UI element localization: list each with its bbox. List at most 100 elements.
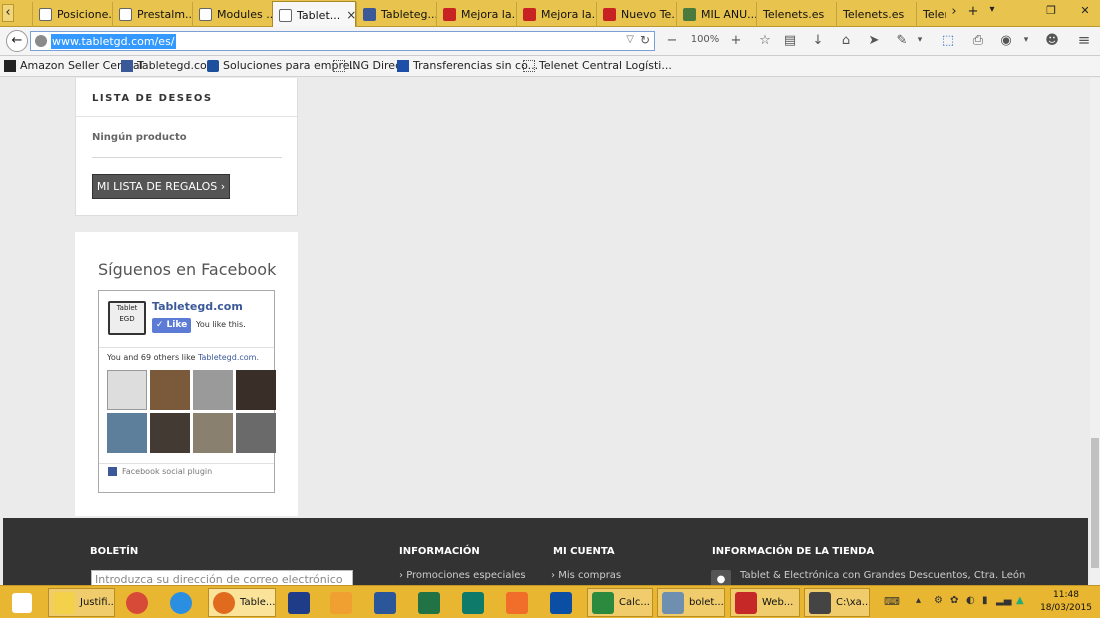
system-clock[interactable]: 11:48 18/03/2015: [1034, 589, 1098, 615]
dropdown-icon[interactable]: ▾: [914, 35, 926, 45]
facebook-block: Síguenos en Facebook Tablet EGD Tableteg…: [75, 232, 298, 516]
reading-list-icon[interactable]: ▤: [782, 33, 798, 48]
restore-window-button[interactable]: ❐: [1044, 4, 1058, 22]
taskbar-item-photoshop[interactable]: [284, 588, 320, 617]
tray-arrow-icon[interactable]: ▴: [916, 595, 921, 606]
taskbar-item-folder[interactable]: Justifi...: [48, 588, 115, 617]
chat-icon[interactable]: ☻: [1044, 33, 1060, 48]
url-text[interactable]: www.tabletgd.com/es/: [51, 34, 176, 49]
bookmark-transferencias[interactable]: Transferencias sin co...: [397, 59, 538, 72]
tab-telen[interactable]: Telen: [916, 2, 946, 27]
scrollbar-thumb[interactable]: [1091, 438, 1099, 568]
fan-avatar[interactable]: [193, 413, 233, 453]
fans-page-link[interactable]: Tabletegd.com.: [198, 353, 259, 362]
send-icon[interactable]: ➤: [866, 33, 882, 48]
tab-posicione[interactable]: Posicione...: [32, 2, 112, 27]
tray-app-icon[interactable]: ✿: [950, 595, 958, 606]
newsletter-email-input[interactable]: Introduzca su dirección de correo electr…: [91, 570, 353, 585]
taskbar-item-calc[interactable]: Calc...: [587, 588, 653, 617]
tab-telenets-2[interactable]: Telenets.es: [836, 2, 916, 27]
bank-icon: [397, 59, 409, 72]
fan-avatar[interactable]: [236, 370, 276, 410]
tab-telenets-1[interactable]: Telenets.es: [756, 2, 836, 27]
taskbar-item-bbva[interactable]: [546, 588, 582, 617]
taskbar-item-xampp[interactable]: [502, 588, 538, 617]
link-label: Promociones especiales: [406, 570, 526, 581]
tab-mil-anu[interactable]: MIL ANU...: [676, 2, 756, 27]
tab-mejora-1[interactable]: Mejora la...: [436, 2, 516, 27]
fan-avatar[interactable]: [236, 413, 276, 453]
logo-text: Tablet EGD: [116, 304, 138, 323]
page-icon: [39, 8, 52, 21]
facebook-page-link[interactable]: Tabletegd.com: [152, 300, 243, 313]
bookmark-tabletegd[interactable]: Tabletegd.com: [121, 59, 217, 72]
account-heading: MI CUENTA: [553, 546, 615, 557]
taskbar-item-ie[interactable]: [166, 588, 202, 617]
keyboard-icon[interactable]: ⌨: [884, 595, 900, 608]
taskbar-item-firefox[interactable]: Table...: [208, 588, 276, 617]
reload-icon[interactable]: ↻: [640, 33, 650, 47]
gift-list-button[interactable]: MI LISTA DE REGALOS ›: [92, 174, 230, 199]
taskbar-item-console[interactable]: C:\xa...: [804, 588, 870, 617]
back-button[interactable]: ←: [6, 30, 28, 52]
zoom-in-button[interactable]: +: [729, 33, 743, 48]
tab-close-button[interactable]: ×: [346, 8, 355, 22]
divider: [92, 157, 282, 158]
facebook-plugin-link[interactable]: Facebook social plugin: [108, 467, 212, 476]
fan-avatar[interactable]: [193, 370, 233, 410]
pencil-icon[interactable]: ✎: [894, 33, 910, 48]
home-icon[interactable]: ⌂: [838, 33, 854, 48]
dropdown-icon[interactable]: ▾: [1020, 35, 1032, 45]
console-icon: [809, 591, 831, 614]
promotions-link[interactable]: › Promociones especiales: [399, 570, 526, 581]
url-dropdown-icon[interactable]: ▽: [626, 34, 634, 45]
print-icon[interactable]: ⎙: [970, 33, 986, 48]
close-window-button[interactable]: ✕: [1078, 4, 1092, 22]
download-icon[interactable]: ↓: [810, 33, 826, 48]
page-logo[interactable]: Tablet EGD: [108, 301, 146, 335]
tab-tablet-active[interactable]: Tablet... ×: [272, 1, 356, 28]
taskbar-item-word[interactable]: [370, 588, 406, 617]
screenshot-icon[interactable]: ◉: [998, 33, 1014, 48]
bookmark-telenet[interactable]: Telenet Central Logísti...: [523, 59, 672, 72]
tab-tableteg-facebook[interactable]: Tableteg...: [356, 2, 436, 27]
wifi-icon[interactable]: ▂▄: [996, 595, 1011, 606]
taskbar-label: Calc...: [619, 597, 650, 608]
menu-icon[interactable]: ≡: [1076, 31, 1092, 49]
my-orders-link[interactable]: › Mis compras: [551, 570, 621, 581]
tab-list-button[interactable]: ▾: [986, 4, 998, 22]
vertical-scrollbar[interactable]: [1090, 78, 1100, 585]
fan-avatar[interactable]: [150, 413, 190, 453]
tab-nuevo[interactable]: Nuevo Te...: [596, 2, 676, 27]
tab-prestalm[interactable]: Prestalm...: [112, 2, 192, 27]
fan-avatar[interactable]: [107, 413, 147, 453]
tab-modules[interactable]: Modules ...: [192, 2, 272, 27]
taskbar-item-excel[interactable]: [414, 588, 450, 617]
divider: [76, 116, 297, 117]
fan-avatar-logo[interactable]: [107, 370, 147, 410]
zoom-level[interactable]: 100%: [690, 34, 720, 45]
start-button[interactable]: [8, 588, 44, 617]
tab-scroll-right-button[interactable]: ›: [948, 4, 960, 22]
tab-mejora-2[interactable]: Mejora la...: [516, 2, 596, 27]
new-tab-button[interactable]: +: [966, 4, 980, 22]
page-icon: [199, 8, 212, 21]
taskbar-item-image[interactable]: bolet...: [657, 588, 725, 617]
taskbar-item-publisher[interactable]: [458, 588, 494, 617]
extension-icon[interactable]: ⬚: [940, 33, 956, 48]
fan-avatar[interactable]: [150, 370, 190, 410]
address-bar[interactable]: www.tabletgd.com/es/ ▽ ↻: [30, 31, 655, 51]
zoom-out-button[interactable]: −: [665, 33, 679, 48]
bookmark-ing[interactable]: ING Direct: [333, 59, 405, 72]
tray-app-icon[interactable]: ◐: [966, 595, 975, 606]
taskbar-item-filezilla[interactable]: Web...: [730, 588, 800, 617]
like-button[interactable]: ✓ Like: [152, 318, 191, 333]
battery-icon[interactable]: ▮: [982, 595, 988, 606]
tab-scroll-left-button[interactable]: ‹: [2, 4, 14, 22]
settings-tray-icon[interactable]: ⚙: [934, 595, 943, 606]
star-icon[interactable]: ☆: [757, 33, 773, 48]
taskbar-item-chrome[interactable]: [122, 588, 158, 617]
drive-icon[interactable]: ▲: [1016, 595, 1024, 606]
m-icon: [683, 8, 696, 21]
taskbar-item-outlook[interactable]: [326, 588, 362, 617]
